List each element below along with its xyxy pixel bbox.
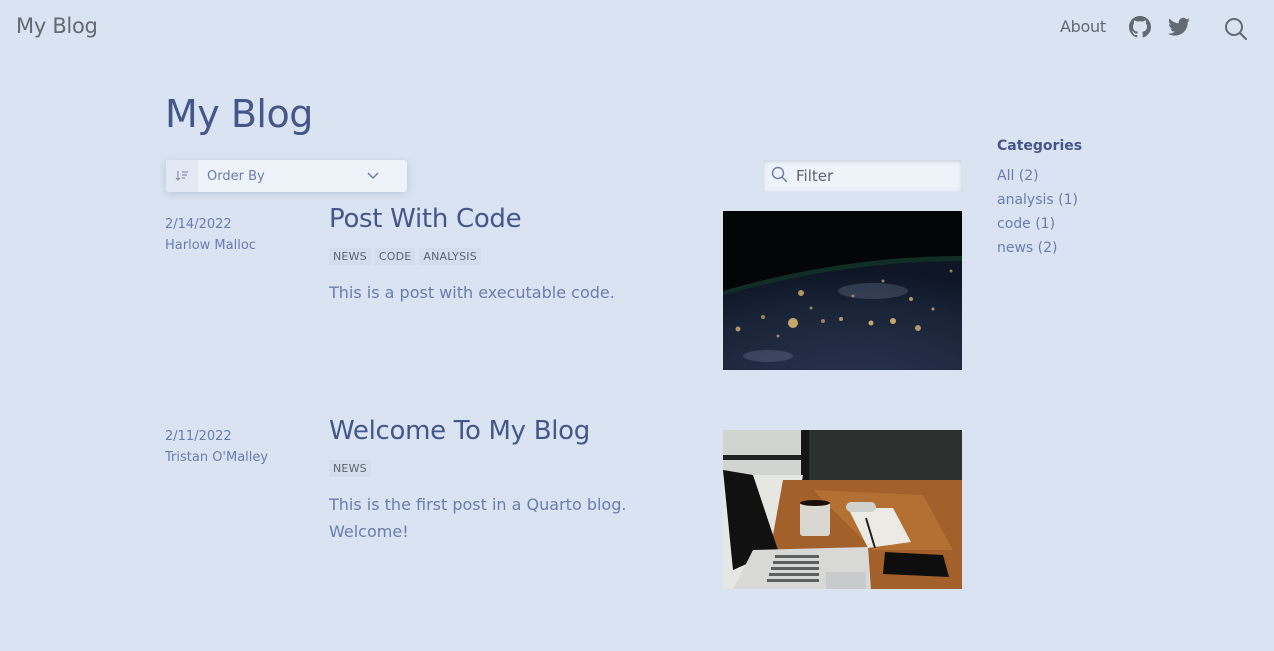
post-description: This is the first post in a Quarto blog.… [329, 495, 627, 541]
post-author: Tristan O'Malley [165, 450, 269, 465]
order-by-dropdown[interactable]: Order By [166, 160, 407, 192]
navbar: My Blog About [0, 0, 1274, 56]
categories-heading: Categories [997, 138, 1083, 154]
chevron-down-icon [367, 169, 379, 184]
category-code[interactable]: code (1) [997, 212, 1082, 236]
post-description: This is a post with executable code. [329, 283, 615, 302]
post-date: 2/11/2022 [165, 429, 232, 444]
order-by-label: Order By [207, 168, 265, 184]
page-title: My Blog [165, 92, 313, 136]
post-title-link[interactable]: Post With Code [329, 204, 522, 234]
twitter-icon[interactable] [1168, 17, 1190, 37]
tag-code[interactable]: CODE [374, 248, 416, 265]
filter-box [763, 160, 962, 192]
sort-icon [166, 160, 198, 192]
category-news[interactable]: news (2) [997, 236, 1082, 260]
category-analysis[interactable]: analysis (1) [997, 188, 1082, 212]
tag-news[interactable]: NEWS [329, 248, 371, 265]
tag-analysis[interactable]: ANALYSIS [419, 248, 481, 265]
order-by-select[interactable]: Order By [198, 160, 407, 192]
tag-news[interactable]: NEWS [329, 460, 371, 477]
nav-about-link[interactable]: About [1060, 17, 1106, 36]
search-icon [771, 166, 788, 187]
filter-input[interactable] [796, 167, 956, 185]
post-thumbnail-earth-at-night[interactable] [723, 211, 962, 370]
search-icon[interactable] [1224, 17, 1248, 41]
post-date: 2/14/2022 [165, 217, 232, 232]
post-title-link[interactable]: Welcome To My Blog [329, 416, 590, 446]
post-tags: NEWS CODE ANALYSIS [329, 248, 481, 265]
post-thumbnail-laptop-on-desk[interactable] [723, 430, 962, 589]
post-tags: NEWS [329, 460, 371, 477]
category-all[interactable]: All (2) [997, 164, 1082, 188]
github-icon[interactable] [1129, 16, 1151, 38]
post-author: Harlow Malloc [165, 238, 256, 253]
categories-sidebar: Categories All (2) analysis (1) code (1)… [997, 138, 1082, 260]
brand-link[interactable]: My Blog [16, 14, 98, 38]
